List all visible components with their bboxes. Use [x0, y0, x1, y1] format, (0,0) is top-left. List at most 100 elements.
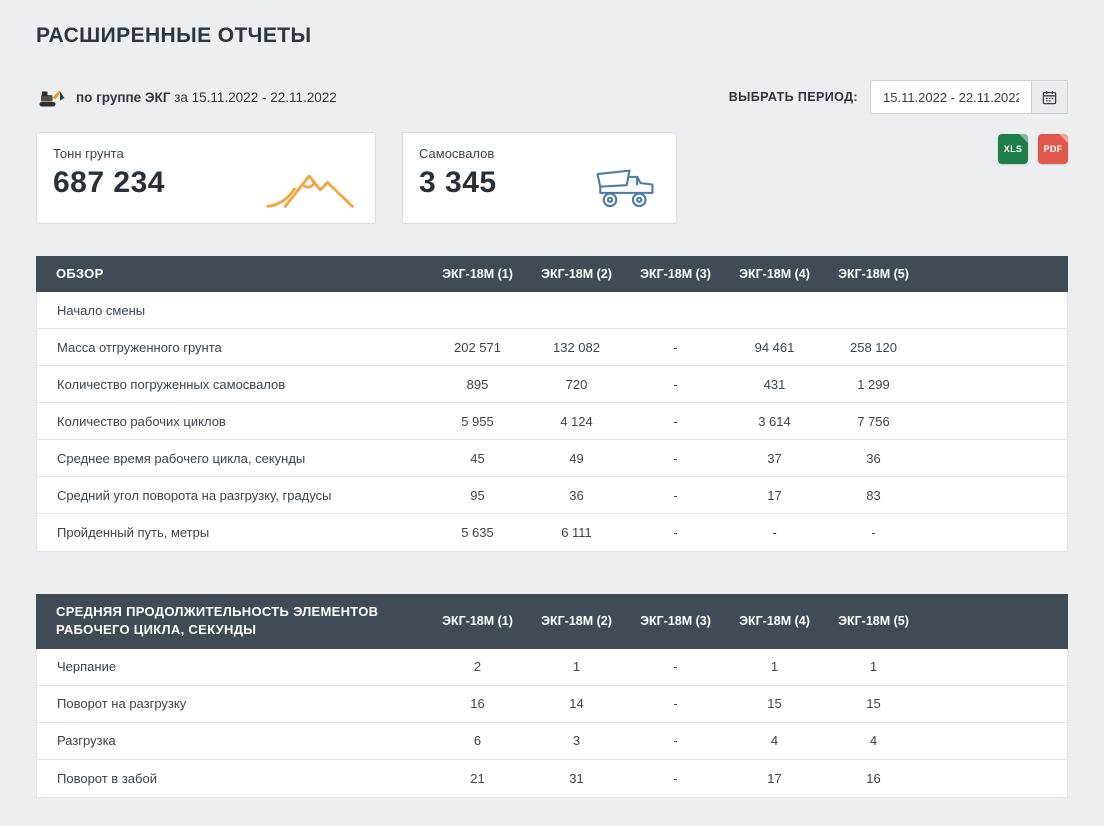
date-range-field [870, 80, 1068, 114]
page-title: РАСШИРЕННЫЕ ОТЧЕТЫ [36, 24, 1068, 48]
export-pdf-button[interactable]: PDF [1038, 134, 1068, 164]
cell-value: - [626, 525, 725, 540]
cell-value: 37 [725, 451, 824, 466]
table-header-row: СРЕДНЯЯ ПРОДОЛЖИТЕЛЬНОСТЬ ЭЛЕМЕНТОВ РАБО… [36, 594, 1068, 648]
column-header: ЭКГ-18М (3) [626, 267, 725, 281]
stat-card-tons: Тонн грунта 687 234 [36, 132, 376, 224]
cell-value: 45 [428, 451, 527, 466]
cell-value: 431 [725, 377, 824, 392]
cell-value: 21 [428, 771, 527, 786]
mountain-icon [265, 165, 357, 211]
report-group: по группе ЭКГ [76, 90, 170, 105]
column-header: ЭКГ-18М (3) [626, 614, 725, 628]
cell-value: 6 [428, 733, 527, 748]
cell-value: 720 [527, 377, 626, 392]
stat-card-label: Тонн грунта [53, 146, 359, 161]
table-row: Масса отгруженного грунта202 571132 082-… [37, 329, 1067, 366]
cell-value: 3 [527, 733, 626, 748]
pdf-icon: PDF [1044, 144, 1063, 154]
cell-value: 36 [527, 488, 626, 503]
column-header: ЭКГ-18М (1) [428, 267, 527, 281]
cell-value: 95 [428, 488, 527, 503]
row-label: Разгрузка [37, 723, 428, 758]
column-header: ЭКГ-18М (5) [824, 267, 923, 281]
cell-value: 1 299 [824, 377, 923, 392]
row-label: Пройденный путь, метры [37, 515, 428, 550]
cell-value: 16 [824, 771, 923, 786]
cell-value: - [824, 525, 923, 540]
period-picker-label: ВЫБРАТЬ ПЕРИОД: [729, 90, 858, 104]
table-title: ОБЗОР [36, 256, 428, 292]
cell-value: 7 756 [824, 414, 923, 429]
table-row: Количество погруженных самосвалов895720-… [37, 366, 1067, 403]
table-row: Поворот в забой2131-1716 [37, 760, 1067, 797]
row-label: Масса отгруженного грунта [37, 330, 428, 365]
cell-value: 17 [725, 488, 824, 503]
calendar-button[interactable] [1031, 81, 1067, 113]
cell-value: - [626, 340, 725, 355]
cell-value: 83 [824, 488, 923, 503]
column-header: ЭКГ-18М (5) [824, 614, 923, 628]
export-xls-button[interactable]: XLS [998, 134, 1028, 164]
report-period-text: за 15.11.2022 - 22.11.2022 [174, 90, 337, 105]
cell-value: 15 [824, 696, 923, 711]
cell-value: - [626, 451, 725, 466]
row-label: Среднее время рабочего цикла, секунды [37, 441, 428, 476]
column-header: ЭКГ-18М (4) [725, 614, 824, 628]
cell-value: 1 [725, 659, 824, 674]
cell-value: 5 955 [428, 414, 527, 429]
cell-value: 49 [527, 451, 626, 466]
cell-value: 17 [725, 771, 824, 786]
cell-value: - [626, 414, 725, 429]
export-buttons: XLS PDF [998, 132, 1068, 164]
cell-value: - [626, 696, 725, 711]
table-row: Среднее время рабочего цикла, секунды454… [37, 440, 1067, 477]
cell-value: 5 635 [428, 525, 527, 540]
cell-value: 4 124 [527, 414, 626, 429]
cell-value: 94 461 [725, 340, 824, 355]
column-header: ЭКГ-18М (2) [527, 267, 626, 281]
table-body: Начало сменыМасса отгруженного грунта202… [36, 292, 1068, 552]
period-picker: ВЫБРАТЬ ПЕРИОД: [729, 80, 1068, 114]
cell-value: 2 [428, 659, 527, 674]
cell-value: 3 614 [725, 414, 824, 429]
row-label: Начало смены [37, 293, 428, 328]
date-range-input[interactable] [871, 81, 1031, 113]
report-scope-text: по группе ЭКГ за 15.11.2022 - 22.11.2022 [76, 90, 337, 105]
cell-value: 6 111 [527, 525, 626, 540]
column-header: ЭКГ-18М (4) [725, 267, 824, 281]
cell-value: - [626, 377, 725, 392]
row-label: Черпание [37, 649, 428, 684]
cell-value: 895 [428, 377, 527, 392]
cell-value: - [626, 771, 725, 786]
column-header: ЭКГ-18М (1) [428, 614, 527, 628]
table-row: Начало смены [37, 292, 1067, 329]
xls-icon: XLS [1004, 144, 1022, 154]
stat-card-label: Самосвалов [419, 146, 660, 161]
cell-value: 4 [824, 733, 923, 748]
table-row: Разгрузка63-44 [37, 723, 1067, 760]
cell-value: 1 [527, 659, 626, 674]
cycle-duration-table: СРЕДНЯЯ ПРОДОЛЖИТЕЛЬНОСТЬ ЭЛЕМЕНТОВ РАБО… [36, 594, 1068, 797]
report-page: РАСШИРЕННЫЕ ОТЧЕТЫ по группе ЭКГ за 15.1… [0, 0, 1104, 822]
cell-value: 36 [824, 451, 923, 466]
cell-value: - [626, 659, 725, 674]
cell-value: 132 082 [527, 340, 626, 355]
cell-value: 31 [527, 771, 626, 786]
cell-value: 14 [527, 696, 626, 711]
cell-value: 258 120 [824, 340, 923, 355]
table-row: Количество рабочих циклов5 9554 124-3 61… [37, 403, 1067, 440]
cell-value: - [725, 525, 824, 540]
dump-truck-icon [594, 165, 658, 211]
cell-value: 1 [824, 659, 923, 674]
cell-value: - [626, 488, 725, 503]
table-header-row: ОБЗОРЭКГ-18М (1)ЭКГ-18М (2)ЭКГ-18М (3)ЭК… [36, 256, 1068, 292]
cell-value: 15 [725, 696, 824, 711]
table-body: Черпание21-11Поворот на разгрузку1614-15… [36, 649, 1068, 798]
report-scope: по группе ЭКГ за 15.11.2022 - 22.11.2022 [36, 86, 337, 108]
cell-value: 4 [725, 733, 824, 748]
excavator-icon [36, 86, 66, 108]
calendar-icon [1042, 90, 1057, 105]
cell-value: 202 571 [428, 340, 527, 355]
table-row: Черпание21-11 [37, 649, 1067, 686]
